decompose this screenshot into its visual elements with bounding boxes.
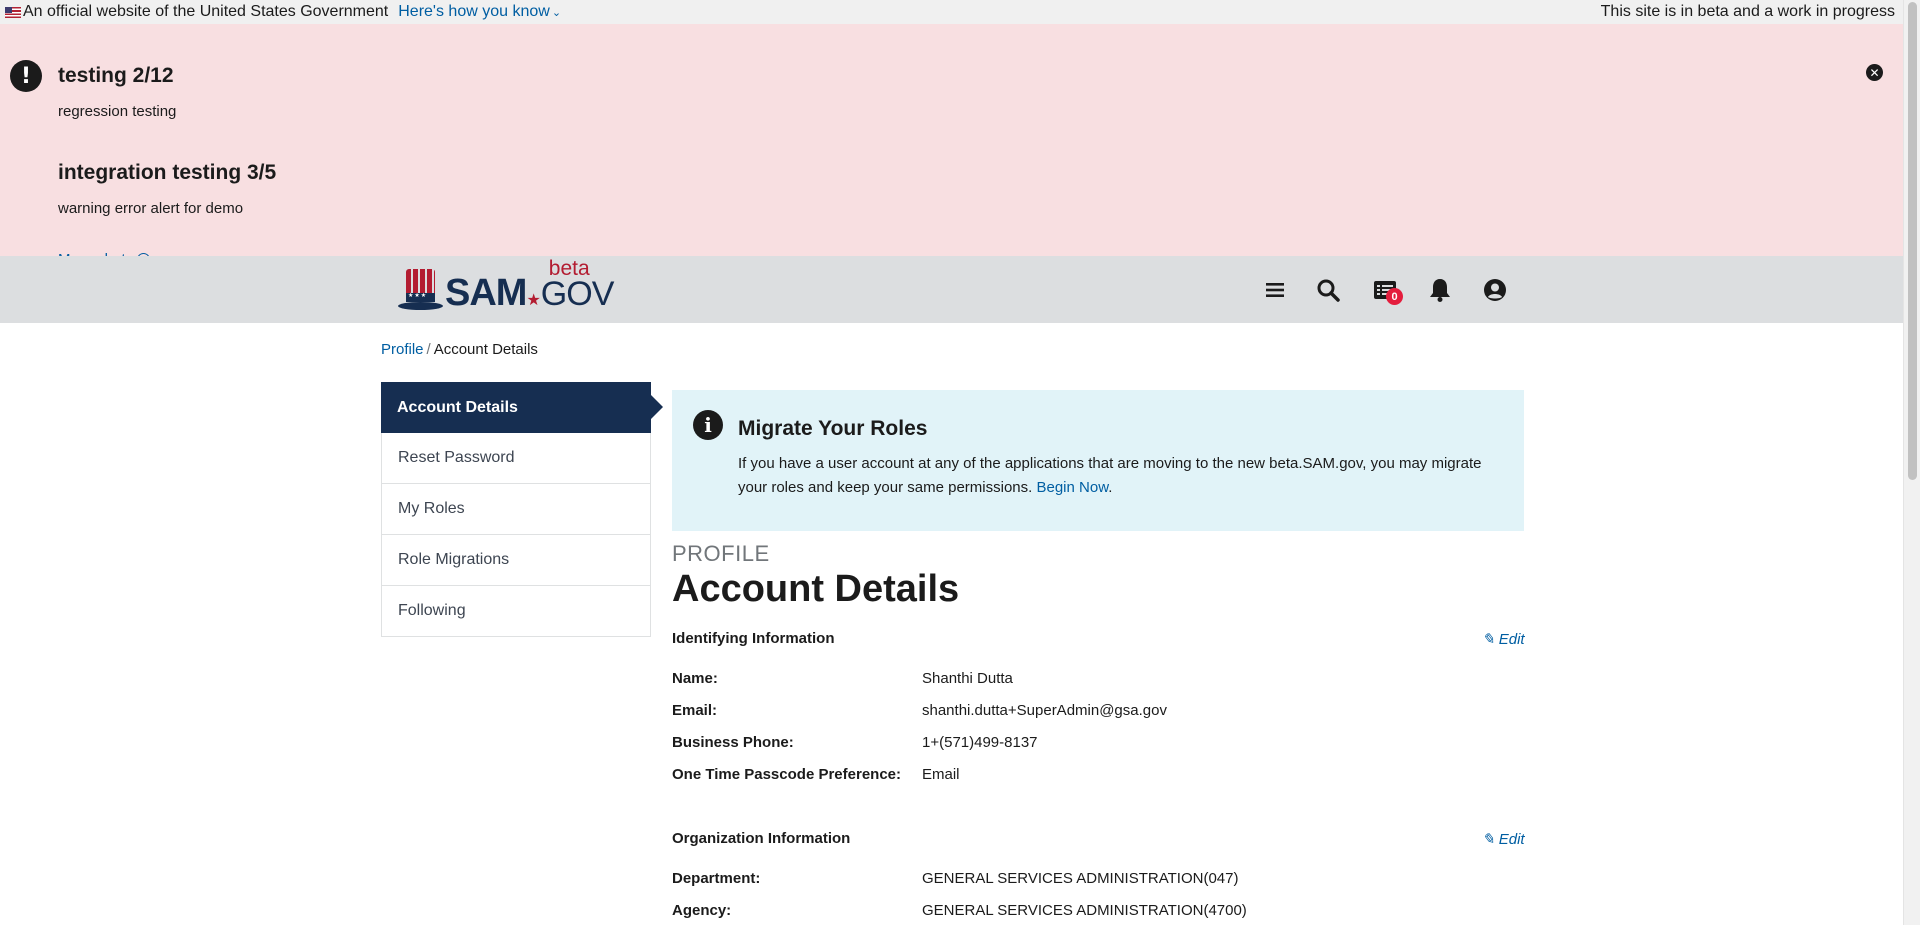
logo-gov-text: GOV: [540, 275, 615, 313]
field-label: Business Phone:: [672, 734, 794, 751]
breadcrumb-current: Account Details: [433, 341, 538, 358]
sidenav-item-account-details[interactable]: Account Details: [381, 382, 663, 433]
edit-label: Edit: [1498, 831, 1525, 848]
migrate-roles-alert: i Migrate Your Roles If you have a user …: [672, 390, 1524, 531]
user-account-icon[interactable]: [1480, 275, 1510, 305]
migrate-roles-period: .: [1108, 479, 1113, 496]
vertical-scrollbar[interactable]: [1903, 0, 1920, 925]
sidenav-item-my-roles[interactable]: My Roles: [381, 484, 651, 535]
alert-body: regression testing: [58, 103, 177, 120]
menu-icon[interactable]: [1260, 275, 1290, 305]
logo-sam-text: SAM: [445, 272, 527, 314]
edit-identifying-button[interactable]: ✎ Edit: [1482, 630, 1525, 648]
migrate-roles-title: Migrate Your Roles: [738, 417, 928, 440]
exclamation-icon: !: [10, 60, 42, 92]
field-label: Agency:: [672, 902, 732, 919]
field-value: Email: [922, 766, 960, 783]
breadcrumb-profile-link[interactable]: Profile: [381, 341, 424, 358]
edit-label: Edit: [1498, 631, 1525, 648]
breadcrumb-separator: /: [426, 341, 431, 358]
alerts-banner: ! ✕ testing 2/12 regression testing inte…: [0, 24, 1903, 268]
site-header: ★★★ SAM ★ beta GOV 0: [0, 256, 1903, 323]
info-icon: i: [693, 410, 723, 440]
field-value: GENERAL SERVICES ADMINISTRATION(047): [922, 870, 1239, 887]
pencil-icon: ✎: [1482, 831, 1495, 848]
us-flag-icon: [5, 6, 21, 18]
sidenav-item-role-migrations[interactable]: Role Migrations: [381, 535, 651, 586]
sam-gov-logo[interactable]: ★★★ SAM ★ beta GOV: [398, 258, 615, 314]
alert-title: testing 2/12: [58, 64, 174, 87]
field-label: One Time Passcode Preference:: [672, 766, 901, 783]
identifying-information-heading: Identifying Information: [672, 630, 835, 647]
begin-now-link[interactable]: Begin Now: [1036, 479, 1108, 496]
organization-information-heading: Organization Information: [672, 830, 851, 847]
breadcrumb: Profile / Account Details: [381, 341, 538, 358]
field-label: Email:: [672, 702, 718, 719]
alert-body: warning error alert for demo: [58, 200, 244, 217]
logo-beta-text: beta: [548, 257, 590, 280]
field-value: shanthi.dutta+SuperAdmin@gsa.gov: [922, 702, 1167, 719]
official-site-text: An official website of the United States…: [23, 3, 389, 20]
field-value: Shanthi Dutta: [922, 670, 1013, 687]
beta-notice: This site is in beta and a work in progr…: [1600, 3, 1895, 20]
page-eyebrow: PROFILE: [672, 541, 770, 566]
message-count-badge: 0: [1386, 288, 1403, 305]
search-icon[interactable]: [1313, 275, 1343, 305]
edit-organization-button[interactable]: ✎ Edit: [1482, 830, 1525, 848]
close-alerts-button[interactable]: ✕: [1866, 64, 1883, 81]
side-navigation: Account Details Reset Password My Roles …: [381, 382, 663, 637]
uncle-sam-hat-icon: ★★★: [398, 269, 443, 313]
page-content: An official website of the United States…: [0, 0, 1903, 925]
sidenav-item-reset-password[interactable]: Reset Password: [381, 433, 651, 484]
logo-star-icon: ★: [526, 292, 541, 309]
messages-icon[interactable]: 0: [1370, 275, 1403, 305]
notifications-icon[interactable]: [1425, 275, 1455, 305]
gov-banner: An official website of the United States…: [0, 0, 1903, 24]
field-label: Department:: [672, 870, 761, 887]
page-title: Account Details: [672, 568, 960, 610]
alert-title: integration testing 3/5: [58, 161, 277, 184]
how-link-label: Here's how you know: [398, 3, 550, 20]
sidenav-item-following[interactable]: Following: [381, 586, 651, 637]
field-value: GENERAL SERVICES ADMINISTRATION(4700): [922, 902, 1247, 919]
chevron-down-icon: ⌄: [551, 7, 562, 19]
field-label: Name:: [672, 670, 718, 687]
migrate-roles-body: If you have a user account at any of the…: [738, 452, 1498, 500]
field-value: 1+(571)499-8137: [922, 734, 1038, 751]
pencil-icon: ✎: [1482, 631, 1495, 648]
heres-how-you-know-link[interactable]: Here's how you know ⌄: [398, 3, 561, 21]
scrollbar-thumb[interactable]: [1908, 2, 1917, 480]
